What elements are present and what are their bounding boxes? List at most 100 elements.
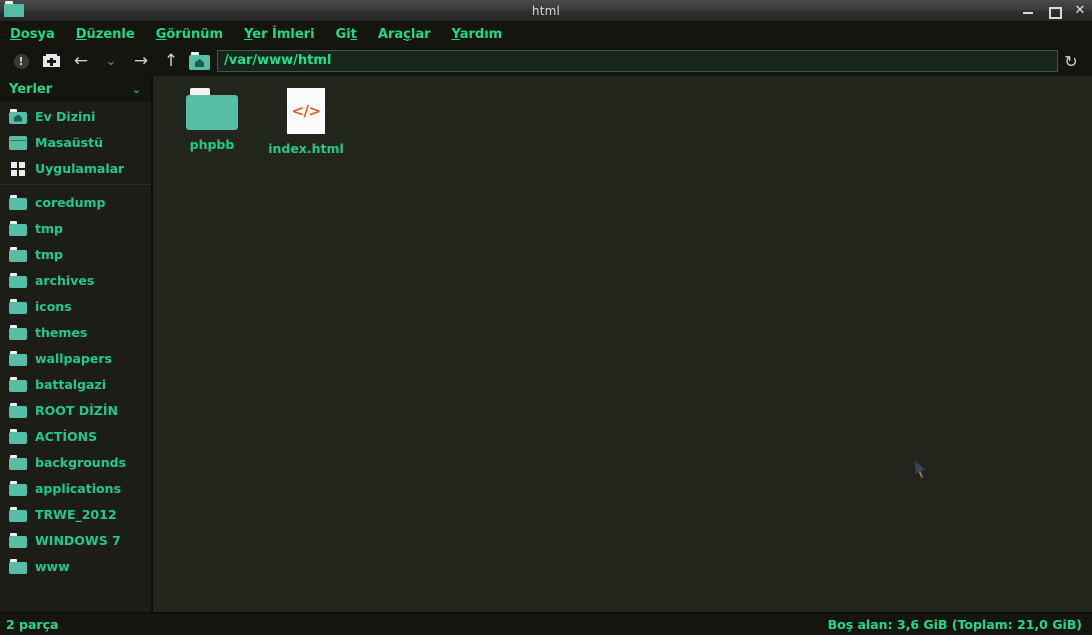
- sidebar-item-coredump[interactable]: coredump: [0, 189, 151, 215]
- menu-yardim[interactable]: Yardım: [450, 26, 505, 43]
- html-code-glyph: </>: [291, 102, 321, 120]
- up-icon[interactable]: ↑: [156, 48, 186, 74]
- location-bar: /var/www/html: [189, 50, 1058, 72]
- toolbar: ! ← ⌄ → ↑ /var/www/html ↻: [0, 46, 1092, 76]
- sidebar-item-label: icons: [35, 298, 72, 314]
- sidebar-item-label: tmp: [35, 246, 63, 262]
- warning-glyph: !: [13, 53, 29, 69]
- sidebar-item-backgrounds[interactable]: backgrounds: [0, 449, 151, 475]
- folder-icon: [9, 402, 27, 418]
- sidebar-item-label: TRWE_2012: [35, 506, 117, 522]
- file-item-label: phpbb: [189, 137, 235, 152]
- sidebar-item-themes[interactable]: themes: [0, 319, 151, 345]
- desktop-folder-icon: [9, 135, 27, 150]
- sidebar-header[interactable]: Yerler ⌄: [0, 76, 151, 102]
- applications-grid-icon: [9, 161, 27, 176]
- sidebar-item-label: battalgazi: [35, 376, 106, 392]
- menu-dosya[interactable]: Dosya: [8, 26, 57, 43]
- sidebar-item-applications[interactable]: applications: [0, 475, 151, 501]
- sidebar-item-label: tmp: [35, 220, 63, 236]
- window-folder-icon: [4, 1, 26, 20]
- folder-icon: [9, 480, 27, 496]
- sidebar-item-tmp-2[interactable]: tmp: [0, 241, 151, 267]
- main-area: Yerler ⌄ Ev Dizini Masaüstü Uygulamalar …: [0, 76, 1092, 612]
- folder-icon: [9, 220, 27, 236]
- back-icon[interactable]: ←: [66, 48, 96, 74]
- sidebar-item-www[interactable]: www: [0, 553, 151, 579]
- sidebar-item-masaustu[interactable]: Masaüstü: [0, 129, 151, 155]
- file-item-index-html[interactable]: </> index.html: [259, 82, 353, 160]
- sidebar-item-label: archives: [35, 272, 95, 288]
- window-title: html: [531, 3, 561, 18]
- sidebar-item-ev-dizini[interactable]: Ev Dizini: [0, 103, 151, 129]
- folder-icon: [9, 532, 27, 548]
- sidebar-item-archives[interactable]: archives: [0, 267, 151, 293]
- file-item-phpbb[interactable]: phpbb: [165, 82, 259, 160]
- menu-yer-imleri[interactable]: Yer İmleri: [242, 26, 317, 43]
- home-folder-icon: [9, 108, 27, 124]
- sidebar-separator: [0, 184, 151, 185]
- folder-icon: [186, 88, 238, 130]
- menu-git[interactable]: Git: [334, 26, 359, 43]
- sidebar-item-label: backgrounds: [35, 454, 126, 470]
- window-controls: ✕: [1022, 0, 1086, 22]
- add-bookmark-icon[interactable]: [36, 48, 66, 74]
- folder-icon: [9, 324, 27, 340]
- sidebar: Yerler ⌄ Ev Dizini Masaüstü Uygulamalar …: [0, 76, 152, 612]
- sidebar-item-uygulamalar[interactable]: Uygulamalar: [0, 155, 151, 181]
- sidebar-item-label: coredump: [35, 194, 106, 210]
- sidebar-item-icons[interactable]: icons: [0, 293, 151, 319]
- file-item-label: index.html: [268, 141, 344, 156]
- status-item-count: 2 parça: [6, 616, 59, 632]
- mouse-cursor: [914, 458, 930, 481]
- sidebar-item-label: Ev Dizini: [35, 108, 96, 124]
- history-dropdown-icon[interactable]: ⌄: [96, 48, 126, 74]
- sidebar-item-label: Masaüstü: [35, 134, 103, 150]
- close-button[interactable]: ✕: [1074, 4, 1086, 17]
- folder-icon: [9, 558, 27, 574]
- menu-duzenle[interactable]: Düzenle: [74, 26, 137, 43]
- folder-icon: [9, 350, 27, 366]
- sidebar-item-label: ACTİONS: [35, 428, 98, 444]
- folder-icon: [9, 376, 27, 392]
- sidebar-item-battalgazi[interactable]: battalgazi: [0, 371, 151, 397]
- folder-icon: [9, 272, 27, 288]
- sidebar-item-label: wallpapers: [35, 350, 112, 366]
- sidebar-item-label: applications: [35, 480, 121, 496]
- sidebar-item-root-dizin[interactable]: ROOT DİZİN: [0, 397, 151, 423]
- html-file-icon: </>: [287, 88, 325, 134]
- folder-icon: [9, 298, 27, 314]
- menu-gorunum[interactable]: Görünüm: [154, 26, 225, 43]
- folder-icon: [9, 428, 27, 444]
- sidebar-item-trwe-2012[interactable]: TRWE_2012: [0, 501, 151, 527]
- menu-bar: Dosya Düzenle Görünüm Yer İmleri Git Ara…: [0, 22, 1092, 46]
- folder-icon: [9, 454, 27, 470]
- sidebar-bookmarks-group: coredump tmp tmp archives icons themes w…: [0, 188, 151, 579]
- sidebar-item-label: Uygulamalar: [35, 160, 125, 176]
- sidebar-item-windows-7[interactable]: WINDOWS 7: [0, 527, 151, 553]
- maximize-button[interactable]: [1048, 5, 1062, 19]
- sidebar-item-actions[interactable]: ACTİONS: [0, 423, 151, 449]
- file-manager-window: html ✕ Dosya Düzenle Görünüm Yer İmleri …: [0, 0, 1092, 635]
- folder-icon: [9, 194, 27, 210]
- sidebar-item-label: WINDOWS 7: [35, 532, 121, 548]
- path-input[interactable]: /var/www/html: [217, 50, 1058, 72]
- sidebar-item-tmp-1[interactable]: tmp: [0, 215, 151, 241]
- sidebar-item-wallpapers[interactable]: wallpapers: [0, 345, 151, 371]
- warning-icon[interactable]: !: [6, 48, 36, 74]
- location-folder-icon: [189, 52, 211, 70]
- sidebar-title: Yerler: [9, 81, 53, 97]
- status-bar: 2 parça Boş alan: 3,6 GiB (Toplam: 21,0 …: [0, 612, 1092, 635]
- reload-icon[interactable]: ↻: [1058, 48, 1084, 74]
- forward-icon[interactable]: →: [126, 48, 156, 74]
- file-list-pane[interactable]: phpbb </> index.html: [152, 76, 1092, 612]
- sidebar-item-label: ROOT DİZİN: [35, 402, 118, 418]
- folder-icon: [9, 246, 27, 262]
- menu-araclar[interactable]: Araçlar: [376, 26, 433, 43]
- title-bar: html ✕: [0, 0, 1092, 22]
- minimize-button[interactable]: [1022, 5, 1034, 17]
- sidebar-item-label: themes: [35, 324, 88, 340]
- sidebar-item-label: www: [35, 558, 70, 574]
- status-free-space: Boş alan: 3,6 GiB (Toplam: 21,0 GiB): [827, 616, 1082, 632]
- chevron-down-icon[interactable]: ⌄: [132, 83, 141, 96]
